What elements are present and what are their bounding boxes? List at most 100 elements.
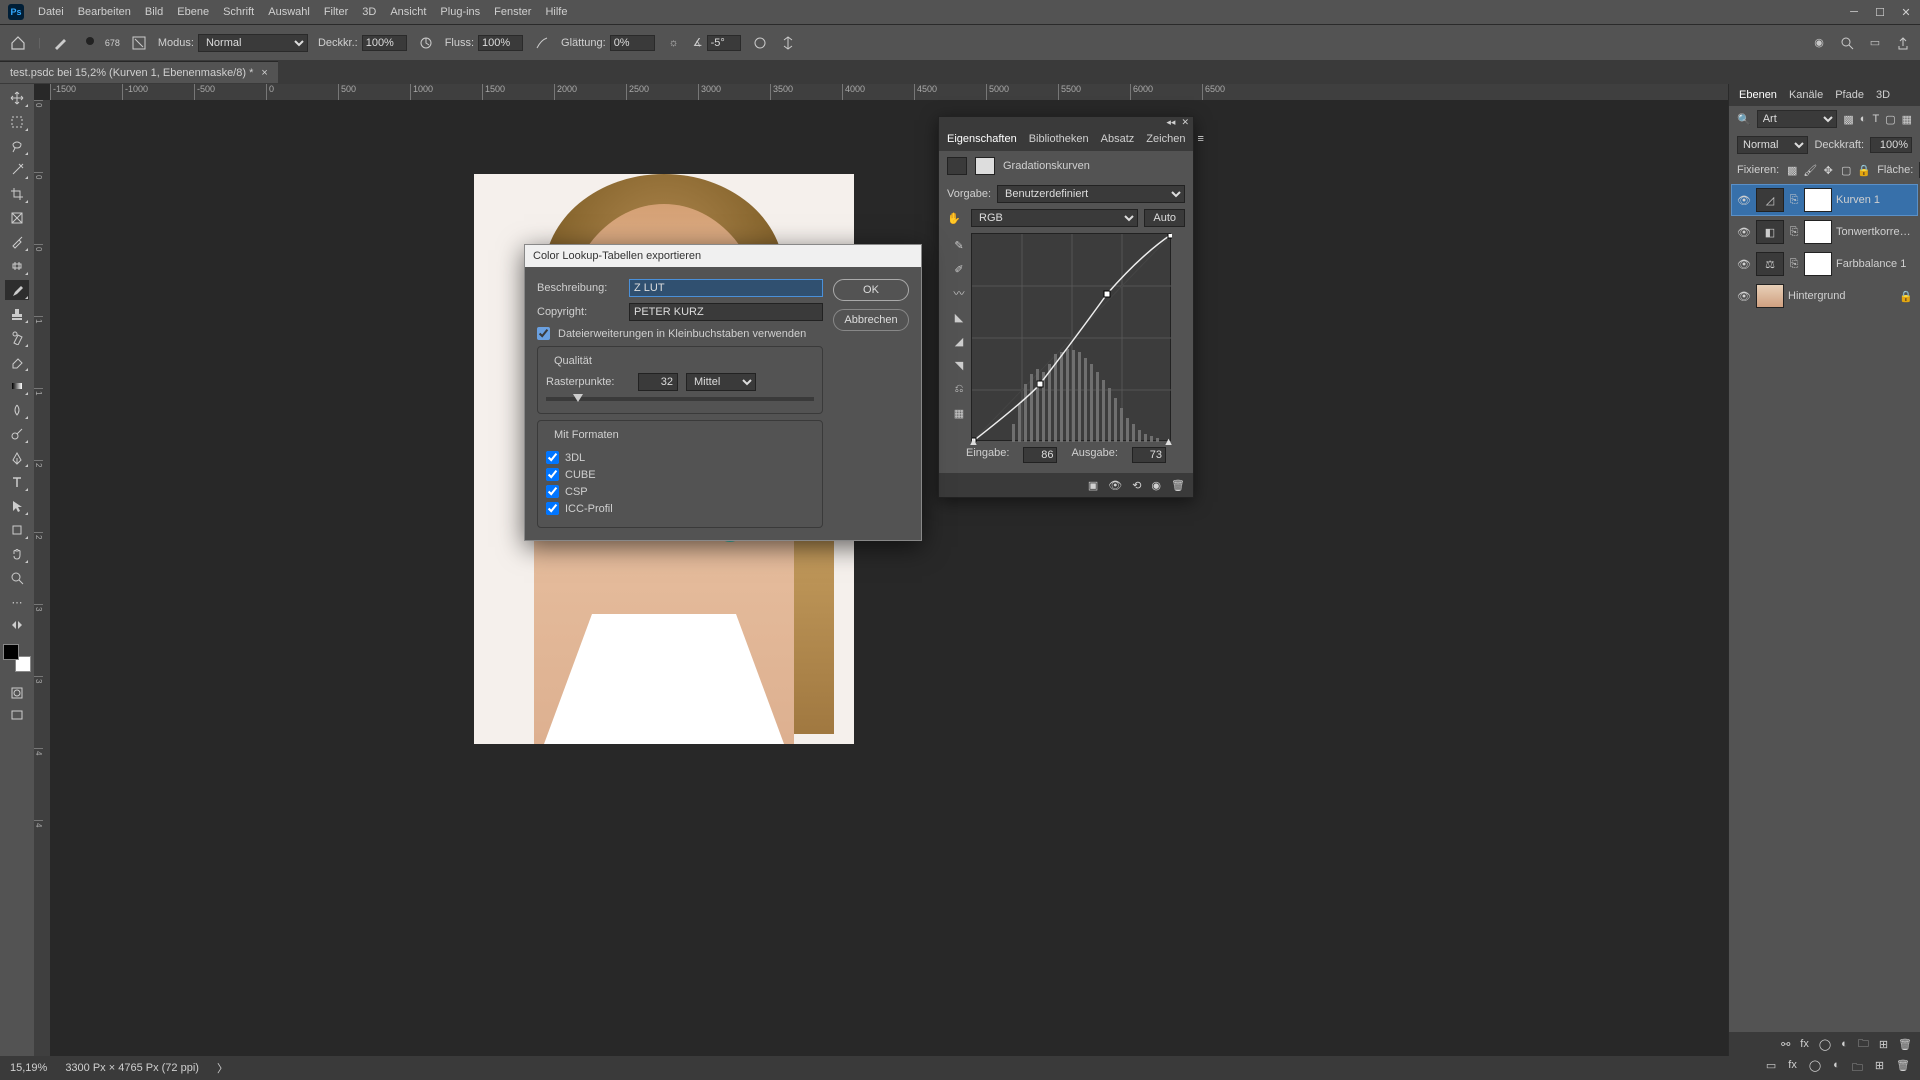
marquee-tool-icon[interactable] <box>5 112 29 132</box>
adjustment-thumb[interactable]: ◧ <box>1756 220 1784 244</box>
lock-transparent-icon[interactable]: ▩ <box>1785 163 1799 177</box>
tab-3d[interactable]: 3D <box>1876 89 1890 101</box>
layer-row[interactable]: 👁 ◿ ⎘ Kurven 1 <box>1731 184 1918 216</box>
brush-tool-icon[interactable] <box>51 34 69 52</box>
gray-point-icon[interactable]: ◢ <box>951 333 967 349</box>
hand-tool-icon[interactable] <box>5 544 29 564</box>
curves-graph[interactable]: ▲ ▲ <box>971 233 1171 441</box>
smoothing-input[interactable] <box>610 35 655 51</box>
eyedropper-tool-icon[interactable] <box>5 232 29 252</box>
prev-state-icon[interactable]: ⟲ <box>1132 479 1141 492</box>
format-cube-checkbox[interactable] <box>546 468 559 481</box>
panel-menu-icon[interactable]: ≡ <box>1197 133 1203 145</box>
status-fill-icon[interactable]: ◐ <box>1833 1059 1840 1078</box>
window-restore-icon[interactable]: ☐ <box>1874 6 1886 19</box>
menu-plugins[interactable]: Plug-ins <box>440 6 480 18</box>
menu-auswahl[interactable]: Auswahl <box>268 6 310 18</box>
link-icon[interactable]: ⎘ <box>1788 194 1800 207</box>
foreground-color-swatch[interactable] <box>3 644 19 660</box>
visibility-icon[interactable]: ◉ <box>1151 479 1161 492</box>
blur-tool-icon[interactable] <box>5 400 29 420</box>
layer-name[interactable]: Tonwertkorrektur 1 <box>1836 226 1913 238</box>
pressure-size-icon[interactable] <box>751 34 769 52</box>
window-minimize-icon[interactable]: ─ <box>1848 6 1860 19</box>
menu-filter[interactable]: Filter <box>324 6 348 18</box>
foreground-background-color[interactable] <box>3 644 31 672</box>
mask-thumb[interactable] <box>1804 188 1832 212</box>
timeline-icon[interactable]: ▭ <box>1766 1059 1776 1078</box>
mask-thumb[interactable] <box>1804 252 1832 276</box>
brush-tool-icon[interactable] <box>5 280 29 300</box>
quality-preset-select[interactable]: Mittel <box>686 373 756 391</box>
zoom-tool-icon[interactable] <box>5 568 29 588</box>
quickmask-icon[interactable] <box>5 684 29 702</box>
tab-eigenschaften[interactable]: Eigenschaften <box>947 133 1017 145</box>
opacity-input[interactable] <box>362 35 407 51</box>
status-fx-icon[interactable]: fx <box>1788 1059 1797 1078</box>
menu-bearbeiten[interactable]: Bearbeiten <box>78 6 131 18</box>
adjustment-thumb[interactable]: ◿ <box>1756 188 1784 212</box>
shape-tool-icon[interactable] <box>5 520 29 540</box>
output-value[interactable] <box>1132 447 1166 463</box>
layer-blend-select[interactable]: Normal <box>1737 136 1808 154</box>
history-brush-icon[interactable] <box>5 328 29 348</box>
zoom-value[interactable]: 15,19% <box>10 1062 47 1074</box>
ok-button[interactable]: OK <box>833 279 909 301</box>
panel-close-icon[interactable]: ✕ <box>1181 117 1189 127</box>
path-select-icon[interactable] <box>5 496 29 516</box>
status-new-icon[interactable]: ⊞ <box>1875 1059 1884 1078</box>
menu-bild[interactable]: Bild <box>145 6 163 18</box>
filter-type-icon[interactable]: T <box>1872 113 1879 125</box>
layer-name[interactable]: Farbbalance 1 <box>1836 258 1913 270</box>
add-mask-icon[interactable]: ◯ <box>1819 1038 1831 1051</box>
tab-ebenen[interactable]: Ebenen <box>1739 89 1777 101</box>
menu-schrift[interactable]: Schrift <box>223 6 254 18</box>
status-chevron-icon[interactable]: 〉 <box>217 1060 228 1076</box>
visibility-icon[interactable]: 👁 <box>1736 258 1752 271</box>
image-thumb[interactable] <box>1756 284 1784 308</box>
layer-filter-select[interactable]: Art <box>1757 110 1838 128</box>
brush-size-field[interactable]: 678 <box>79 32 120 54</box>
channel-select[interactable]: RGB <box>971 209 1138 227</box>
brush-panel-icon[interactable] <box>130 34 148 52</box>
layer-fx-icon[interactable]: fx <box>1800 1038 1809 1050</box>
lowercase-checkbox[interactable] <box>537 327 550 340</box>
visibility-icon[interactable]: 👁 <box>1736 194 1752 207</box>
format-csp-checkbox[interactable] <box>546 485 559 498</box>
airbrush-icon[interactable] <box>533 34 551 52</box>
hand-sampler-icon[interactable]: ✋ <box>947 212 965 225</box>
tab-pfade[interactable]: Pfade <box>1835 89 1864 101</box>
window-close-icon[interactable]: ✕ <box>1900 6 1912 19</box>
gradient-tool-icon[interactable] <box>5 376 29 396</box>
dodge-tool-icon[interactable] <box>5 424 29 444</box>
pen-tool-icon[interactable] <box>5 448 29 468</box>
delete-adj-icon[interactable]: 🗑 <box>1171 479 1185 492</box>
lock-position-icon[interactable]: ✥ <box>1821 163 1835 177</box>
status-mask-icon[interactable]: ◯ <box>1809 1059 1821 1078</box>
menu-datei[interactable]: Datei <box>38 6 64 18</box>
auto-button[interactable]: Auto <box>1144 209 1185 227</box>
link-layers-icon[interactable]: ⚯ <box>1781 1038 1790 1051</box>
link-icon[interactable]: ⎘ <box>1788 258 1800 271</box>
input-value[interactable] <box>1023 447 1057 463</box>
share-icon[interactable] <box>1894 34 1912 52</box>
layer-name[interactable]: Kurven 1 <box>1836 194 1913 206</box>
lock-all-icon[interactable]: 🔒 <box>1857 163 1871 177</box>
new-adj-icon[interactable]: ◐ <box>1841 1038 1848 1050</box>
menu-hilfe[interactable]: Hilfe <box>545 6 567 18</box>
wand-tool-icon[interactable] <box>5 160 29 180</box>
stamp-tool-icon[interactable] <box>5 304 29 324</box>
menu-ansicht[interactable]: Ansicht <box>390 6 426 18</box>
lock-artboard-icon[interactable]: ▢ <box>1839 163 1853 177</box>
angle-input[interactable] <box>707 35 741 51</box>
copyright-input[interactable] <box>629 303 823 321</box>
symmetry-icon[interactable] <box>779 34 797 52</box>
search-icon[interactable] <box>1838 34 1856 52</box>
workspace-icon[interactable]: ▭ <box>1866 34 1884 52</box>
link-icon[interactable]: ⎘ <box>1788 226 1800 239</box>
crop-tool-icon[interactable] <box>5 184 29 204</box>
clip-layer-icon[interactable]: ▣ <box>1088 479 1098 492</box>
histogram-icon[interactable]: ▦ <box>951 405 967 421</box>
edit-toolbar-icon[interactable] <box>5 616 29 634</box>
filter-smart-icon[interactable]: ▦ <box>1902 113 1912 126</box>
